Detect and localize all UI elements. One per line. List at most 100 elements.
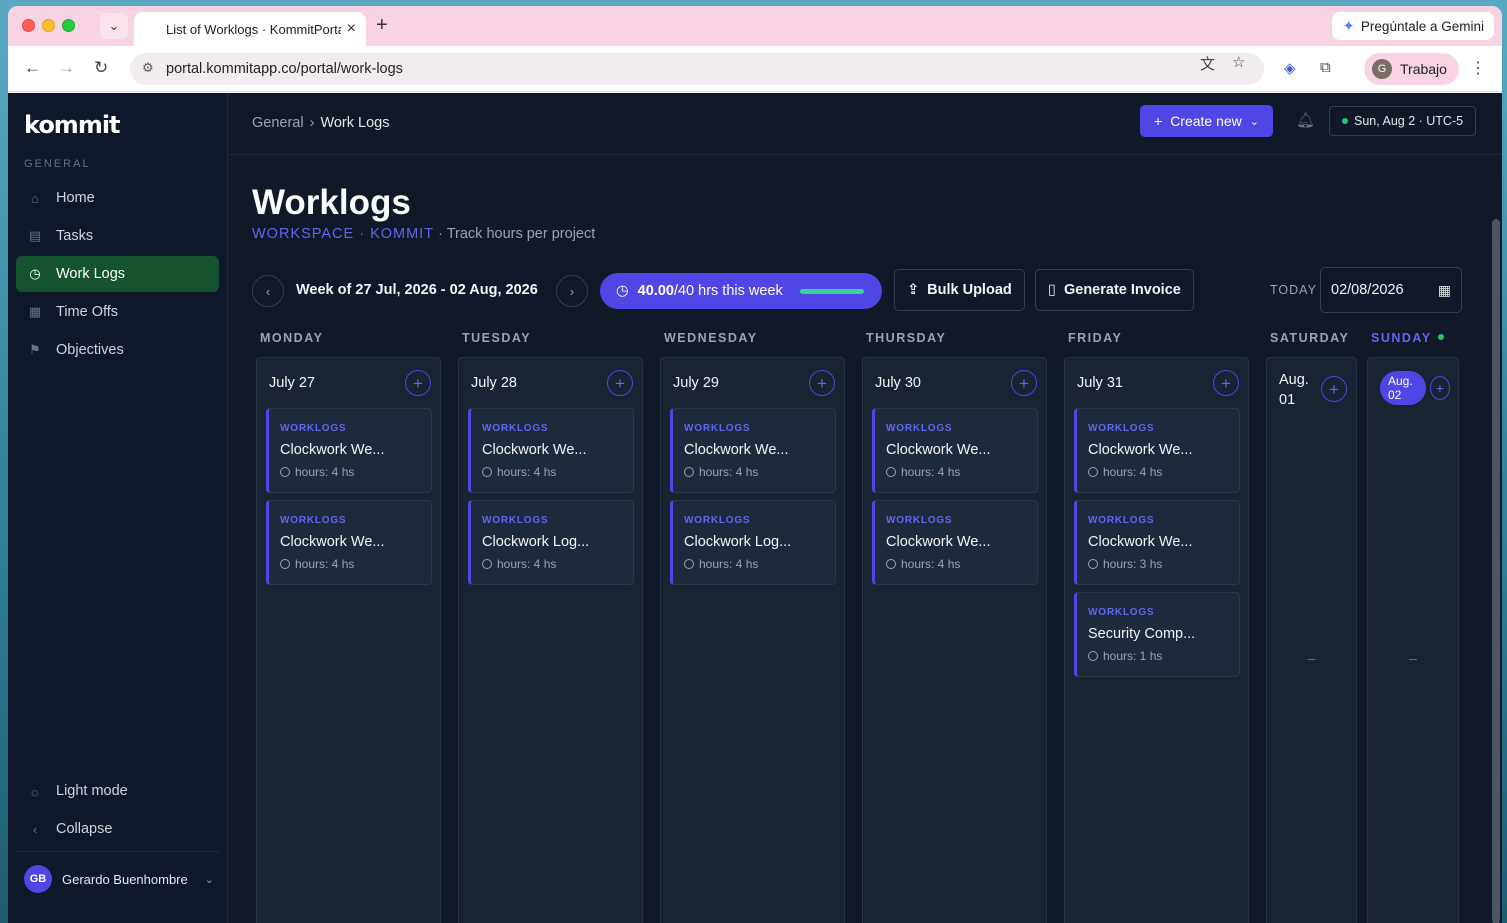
day-date: July 31 [1077,375,1123,391]
date-value: 02/08/2026 [1331,282,1404,298]
day-header: Aug. 01 + [1267,358,1356,422]
extensions-puzzle-icon[interactable]: ⧉ [1320,59,1331,76]
user-menu[interactable]: GB Gerardo Buenhombre ⌄ [24,865,214,893]
day-column-tuesday: TUESDAY July 28 + WORKLOGS Clockwork We.… [458,331,643,923]
document-icon: ▯ [1048,282,1056,298]
bell-icon[interactable]: 🔔︎ [1296,111,1315,129]
minimize-window-button[interactable] [42,19,55,32]
day-date-line2: 01 [1279,392,1296,408]
forward-arrow-icon[interactable]: → [58,58,75,78]
site-info-icon[interactable]: ⚙ [142,60,154,76]
add-worklog-button[interactable]: + [1430,376,1450,400]
tab-close-icon[interactable]: × [347,20,356,38]
translate-icon[interactable]: 文 [1200,53,1215,74]
browser-window: ⌄ List of Worklogs · KommitPortal × + ✦ … [8,6,1502,923]
worklog-card[interactable]: WORKLOGS Clockwork We... hours: 4 hs [266,500,432,585]
profile-label: Trabajo [1400,61,1447,77]
day-header: July 27 + [257,358,440,408]
weekly-hours-badge: ◷ 40.00/40 hrs this week [600,273,882,309]
generate-invoice-button[interactable]: ▯ Generate Invoice [1035,269,1194,311]
address-bar[interactable]: ⚙ portal.kommitapp.co/portal/work-logs [130,53,1264,85]
day-header: July 30 + [863,358,1046,408]
kommit-logo[interactable]: kommit [24,111,121,139]
create-new-button[interactable]: + Create new ⌄ [1140,105,1273,137]
subtitle-text: · Track hours per project [438,226,596,242]
maximize-window-button[interactable] [62,19,75,32]
close-window-button[interactable] [22,19,35,32]
create-new-label: Create new [1170,113,1242,129]
card-title: Clockwork We... [886,442,991,458]
bookmark-star-icon[interactable]: ☆ [1232,53,1245,71]
add-worklog-button[interactable]: + [809,370,835,396]
worklog-card[interactable]: WORKLOGS Clockwork We... hours: 4 hs [468,408,634,493]
sidebar-item-home[interactable]: ⌂ Home [16,180,219,216]
worklog-card[interactable]: WORKLOGS Clockwork We... hours: 3 hs [1074,500,1240,585]
add-worklog-button[interactable]: + [1011,370,1037,396]
browser-menu-icon[interactable]: ⋮ [1470,58,1486,78]
bulk-upload-button[interactable]: ⇪ Bulk Upload [894,269,1025,311]
day-column-thursday: THURSDAY July 30 + WORKLOGS Clockwork We… [862,331,1047,923]
date-status-badge: Sun, Aug 2 · UTC-5 [1329,106,1477,136]
worklog-card[interactable]: WORKLOGS Clockwork We... hours: 4 hs [872,500,1038,585]
sidebar-item-label: Tasks [56,228,94,244]
chevron-down-icon: ⌄ [1249,115,1259,128]
day-box: July 28 + WORKLOGS Clockwork We... hours… [458,357,643,923]
card-title: Security Comp... [1088,626,1196,642]
worklog-card[interactable]: WORKLOGS Clockwork We... hours: 4 hs [872,408,1038,493]
sidebar-nav: ⌂ Home ▤ Tasks ◷ Work Logs ▦ Time Offs ⚑ [16,180,219,370]
worklog-card[interactable]: WORKLOGS Clockwork We... hours: 4 hs [670,408,836,493]
browser-tab-active[interactable]: List of Worklogs · KommitPortal × [134,12,366,46]
card-title: Clockwork We... [684,442,789,458]
add-worklog-button[interactable]: + [1321,376,1347,402]
profile-button[interactable]: G Trabajo [1364,53,1459,85]
upload-icon: ⇪ [907,282,920,298]
collapse-label: Collapse [56,821,113,837]
reload-icon[interactable]: ↻ [94,58,108,78]
sidebar-item-work-logs[interactable]: ◷ Work Logs [16,256,219,292]
worklog-card[interactable]: WORKLOGS Clockwork We... hours: 4 hs [266,408,432,493]
gemini-button[interactable]: ✦ Pregúntale a Gemini [1332,12,1494,40]
worklog-card[interactable]: WORKLOGS Clockwork Log... hours: 4 hs [468,500,634,585]
home-icon: ⌂ [31,190,39,206]
collapse-sidebar-button[interactable]: ‹ Collapse [16,811,219,847]
day-date-line1: Aug. [1279,372,1309,388]
sidebar-item-objectives[interactable]: ⚑ Objectives [16,332,219,368]
breadcrumb-current: Work Logs [320,115,390,131]
day-name: TUESDAY [462,331,532,345]
sidebar-item-time-offs[interactable]: ▦ Time Offs [16,294,219,330]
clock-icon: ◷ [29,266,41,281]
breadcrumb-general[interactable]: General [252,115,304,131]
sidebar-item-tasks[interactable]: ▤ Tasks [16,218,219,254]
new-tab-icon[interactable]: + [376,14,388,37]
light-mode-toggle[interactable]: ☼ Light mode [16,773,219,809]
extension-shield-icon[interactable]: ◈ [1284,59,1296,77]
gemini-label: Pregúntale a Gemini [1360,18,1484,34]
day-box: Aug. 02 + – [1367,357,1459,923]
card-hours: hours: 4 hs [1088,465,1227,479]
day-header: July 28 + [459,358,642,408]
clock-icon [886,559,896,569]
card-hours: hours: 4 hs [886,465,1025,479]
clock-icon [1088,651,1098,661]
tab-search-chevron-icon[interactable]: ⌄ [100,13,128,39]
day-box: July 31 + WORKLOGS Clockwork We... hours… [1064,357,1249,923]
main-scrollbar[interactable] [1492,219,1500,923]
add-worklog-button[interactable]: + [607,370,633,396]
card-title: Clockwork Log... [684,534,792,550]
clock-icon: ◷ [616,283,629,299]
add-worklog-button[interactable]: + [405,370,431,396]
card-tag: WORKLOGS [1088,607,1155,618]
previous-week-button[interactable]: ‹ [252,275,284,307]
calendar-icon[interactable]: ▦ [1438,282,1451,299]
worklog-card[interactable]: WORKLOGS Security Comp... hours: 1 hs [1074,592,1240,677]
back-arrow-icon[interactable]: ← [24,58,41,78]
chevron-down-icon: ⌄ [204,873,214,886]
worklog-card[interactable]: WORKLOGS Clockwork We... hours: 4 hs [1074,408,1240,493]
clock-icon [482,559,492,569]
card-hours: hours: 1 hs [1088,649,1227,663]
day-name: FRIDAY [1068,331,1123,345]
worklog-card[interactable]: WORKLOGS Clockwork Log... hours: 4 hs [670,500,836,585]
next-week-button[interactable]: › [556,275,588,307]
add-worklog-button[interactable]: + [1213,370,1239,396]
date-picker-input[interactable]: 02/08/2026 ▦ [1320,267,1462,313]
